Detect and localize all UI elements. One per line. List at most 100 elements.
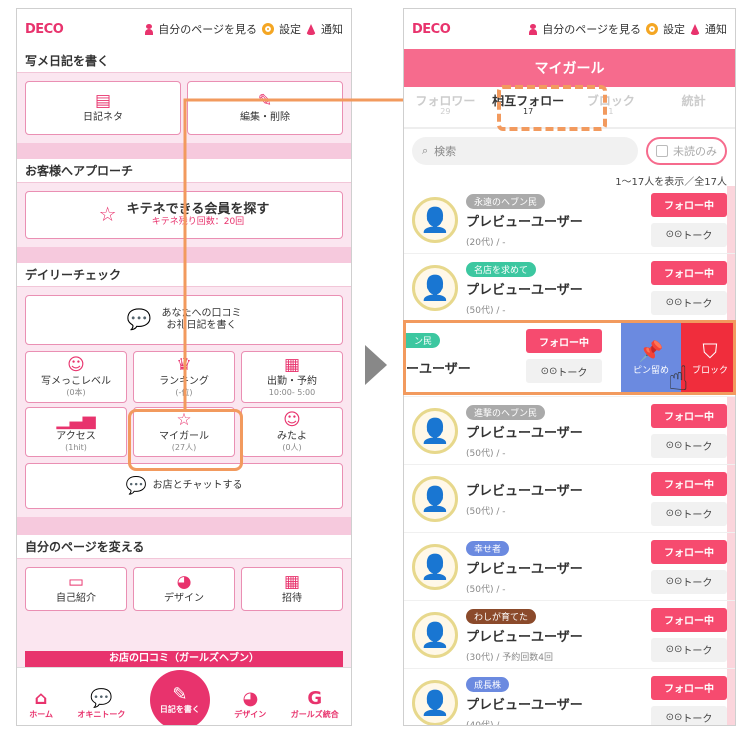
avatar[interactable]: 👤 [412, 679, 458, 725]
list-item[interactable]: 👤 進撃のヘブン民プレビューユーザー (50代) / - フォロー中 ⊙⊙ トーク [404, 397, 735, 465]
talk-icon: ⊙⊙ [540, 365, 558, 377]
talk-label: トーク [682, 578, 713, 589]
list-item[interactable]: 👤 わしが育てたプレビューユーザー (30代) / 予約回数4回 フォロー中 ⊙⊙ トーク [404, 601, 735, 669]
tab-stats[interactable]: 統計 [652, 87, 735, 127]
talk-button[interactable]: ⊙⊙ トーク [526, 359, 602, 383]
list-item[interactable]: 👤 永遠のヘブン民プレビューユーザー (20代) / - フォロー中 ⊙⊙ トーク [404, 186, 735, 254]
user-tag: わしが育てた [466, 609, 537, 624]
talk-button[interactable]: ⊙⊙ トーク [651, 637, 727, 662]
user-tag: ン民 [406, 333, 441, 348]
user-list: 👤 永遠のヘブン民 プレビューユーザー (20代) / - フォロー中 ⊙⊙ トーク 👤 名店を… [404, 186, 735, 726]
follow-button[interactable]: フォロー中 [651, 675, 727, 700]
row-edge [727, 465, 735, 532]
talk-label: トーク [682, 231, 713, 242]
follow-button[interactable]: フォロー中 [651, 607, 727, 632]
talk-icon: ⊙⊙ [665, 297, 683, 308]
avatar[interactable]: 👤 [412, 543, 458, 590]
row-edge [727, 397, 735, 464]
avatar[interactable]: 👤 [412, 475, 458, 522]
user-meta: (40代) / - [466, 721, 506, 726]
search-icon: ⌕ [422, 144, 429, 157]
user-name: ーユーザー [406, 362, 471, 377]
user-meta: (30代) / 予約回数4回 [466, 653, 553, 663]
talk-button[interactable]: ⊙⊙ トーク [651, 705, 727, 725]
user-name: プレビューユーザー [466, 630, 583, 645]
avatar[interactable]: 👤 [412, 196, 458, 243]
row-edge [727, 186, 735, 253]
tap-hand-icon: ☝ [668, 359, 689, 395]
user-name: プレビューユーザー [466, 426, 583, 441]
settings-link[interactable]: 設定 [663, 21, 685, 37]
follow-button[interactable]: フォロー中 [651, 260, 727, 285]
tab-label: 統計 [681, 94, 706, 108]
mutual-tab-highlight [497, 85, 607, 131]
talk-label: トーク [682, 714, 713, 725]
pin-label: ピン留め [632, 366, 669, 376]
talk-label: トーク [682, 510, 713, 521]
talk-button[interactable]: ⊙⊙ トーク [651, 222, 727, 247]
avatar[interactable]: 👤 [412, 407, 458, 454]
follow-button[interactable]: フォロー中 [651, 192, 727, 217]
row-edge [727, 254, 735, 321]
user-name: プレビューユーザー [466, 698, 583, 713]
block-button[interactable]: ⛉ ブロック [681, 323, 733, 392]
top-bar: DECO 自分のページを見る 設定 通知 [404, 9, 735, 49]
bell-icon[interactable] [690, 23, 700, 35]
user-name: プレビューユーザー [466, 215, 583, 230]
row-edge [727, 601, 735, 668]
user-meta: (50代) / - [466, 449, 506, 459]
checkbox[interactable] [656, 145, 668, 157]
tab-followers[interactable]: フォロワー 29 [404, 87, 487, 127]
user-meta: (20代) / - [466, 238, 506, 248]
user-meta: (50代) / - [466, 306, 506, 316]
user-tag: 名店を求めて [466, 262, 537, 277]
talk-label: トーク [557, 367, 588, 379]
person-icon [529, 23, 538, 35]
user-meta: (50代) / - [466, 506, 506, 517]
tab-count: 29 [440, 107, 451, 117]
talk-button[interactable]: ⊙⊙ トーク [651, 290, 727, 315]
user-meta: (50代) / - [466, 585, 506, 595]
user-name: プレビューユーザー [466, 562, 583, 577]
swiped-row[interactable]: ン民 ーユーザー フォロー中 ⊙⊙ トーク 📌 ピン留め ⛉ ブロック ☝ [403, 320, 736, 395]
list-item[interactable]: 👤 成長株プレビューユーザー (40代) / - フォロー中 ⊙⊙ トーク [404, 669, 735, 726]
user-tag: 成長株 [466, 677, 510, 692]
talk-label: トーク [682, 646, 713, 657]
unread-only-toggle[interactable]: 未読のみ [646, 137, 727, 165]
talk-icon: ⊙⊙ [665, 712, 683, 723]
avatar[interactable]: 👤 [412, 264, 458, 311]
page-title: マイガール [404, 49, 735, 87]
talk-icon: ⊙⊙ [665, 440, 683, 451]
avatar[interactable]: 👤 [412, 611, 458, 658]
shield-icon: ⛉ [702, 339, 718, 363]
follow-button[interactable]: フォロー中 [651, 539, 727, 564]
user-tag: 永遠のヘブン民 [466, 194, 546, 209]
unread-label: 未読のみ [673, 145, 717, 158]
follow-button[interactable]: フォロー中 [651, 471, 727, 496]
list-item[interactable]: 👤 プレビューユーザー (50代) / - フォロー中 ⊙⊙ トーク [404, 465, 735, 533]
user-name: プレビューユーザー [466, 283, 583, 298]
list-item[interactable]: 👤 幸せ者 プレビューユーザー (50代) / - フォロー中 ⊙⊙ トーク [404, 533, 735, 601]
search-input[interactable]: ⌕ 検索 [412, 137, 638, 165]
follow-button[interactable]: フォロー中 [526, 329, 602, 353]
follow-button[interactable]: フォロー中 [651, 403, 727, 428]
notify-link[interactable]: 通知 [705, 21, 727, 37]
tab-label: フォロワー [415, 94, 476, 108]
talk-button[interactable]: ⊙⊙ トーク [651, 569, 727, 594]
list-item[interactable]: 👤 名店を求めてプレビューユーザー (50代) / - フォロー中 ⊙⊙ トーク [404, 254, 735, 322]
talk-label: トーク [682, 442, 713, 453]
talk-icon: ⊙⊙ [665, 229, 683, 240]
talk-button[interactable]: ⊙⊙ トーク [651, 501, 727, 526]
mypage-link[interactable]: 自分のページを見る [542, 21, 641, 37]
search-placeholder: 検索 [434, 145, 457, 158]
talk-icon: ⊙⊙ [665, 508, 683, 519]
talk-icon: ⊙⊙ [665, 576, 683, 587]
user-tag: 進撃のヘブン民 [466, 405, 546, 420]
gear-icon[interactable] [646, 23, 658, 35]
talk-button[interactable]: ⊙⊙ トーク [651, 433, 727, 458]
next-arrow-icon [365, 345, 387, 385]
block-label: ブロック [691, 366, 728, 376]
talk-icon: ⊙⊙ [665, 644, 683, 655]
row-edge [727, 533, 735, 600]
pin-icon: 📌 [638, 339, 664, 363]
